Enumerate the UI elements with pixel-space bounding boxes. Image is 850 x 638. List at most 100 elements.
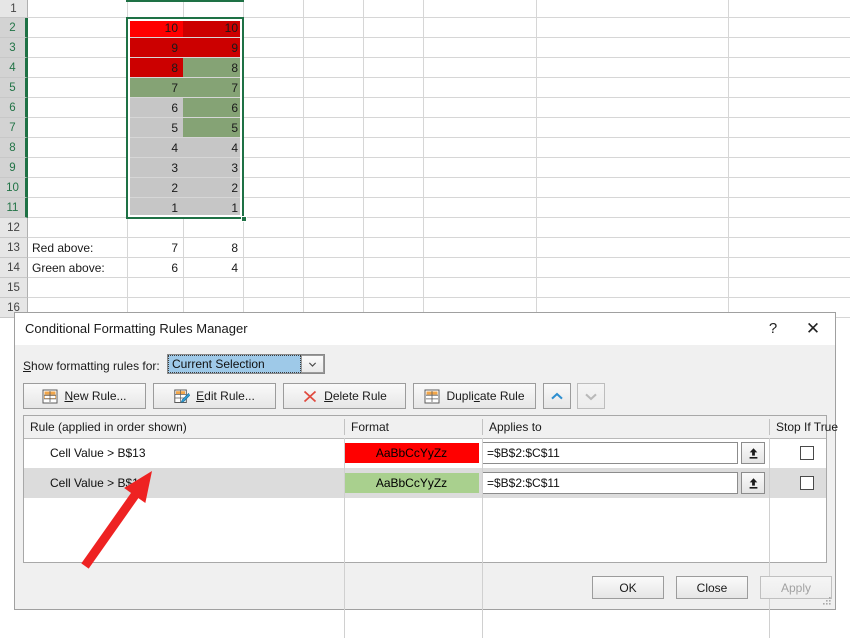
column-header-applies-to: Applies to [489,419,542,434]
resize-gripper-icon[interactable] [822,596,832,606]
selection-column-marker [126,0,244,2]
cell-A13[interactable]: Red above: [28,238,127,257]
cell-B14[interactable]: 6 [127,258,183,277]
rules-toolbar: New Rule... Edit Rule... Delete Rule Dup… [23,383,827,411]
cell-C2[interactable]: 10 [183,18,243,37]
cell-C5[interactable]: 7 [183,78,243,97]
range-selector-icon[interactable] [741,442,765,464]
rule-row[interactable]: Cell Value > B$14 AaBbCcYyZz =$B$2:$C$11 [24,468,826,498]
help-icon[interactable]: ? [756,313,790,344]
chevron-down-icon[interactable] [301,355,324,373]
cell-C10[interactable]: 2 [183,178,243,197]
row-header-2[interactable]: 2 [0,18,28,38]
list-column-separator [769,438,770,638]
grid-line-vertical [536,0,537,318]
format-preview-swatch[interactable]: AaBbCcYyZz [344,443,479,463]
duplicate-rule-button[interactable]: Duplicate Rule [413,383,536,409]
list-column-separator [344,438,345,638]
row-header-11[interactable]: 11 [0,198,28,218]
edit-rule-button[interactable]: Edit Rule... [153,383,276,409]
rule-condition-text: Cell Value > B$13 [50,446,146,460]
cell-B9[interactable]: 3 [127,158,183,177]
row-header-6[interactable]: 6 [0,98,28,118]
grid-line-horizontal [28,277,850,278]
cell-B2[interactable]: 10 [127,18,183,37]
grid-line-vertical [728,0,729,318]
stop-if-true-checkbox[interactable] [800,446,814,460]
grid-line-horizontal [28,217,850,218]
applies-to-field-group: =$B$2:$C$11 [482,472,765,494]
show-rules-rest: how formatting rules for: [31,359,160,373]
show-rules-accel: S [23,359,32,373]
ok-button[interactable]: OK [592,576,664,599]
cell-C4[interactable]: 8 [183,58,243,77]
close-icon[interactable]: ✕ [796,313,830,344]
move-rule-down-button[interactable] [577,383,605,409]
cell-B3[interactable]: 9 [127,38,183,57]
cell-B5[interactable]: 7 [127,78,183,97]
format-preview-swatch[interactable]: AaBbCcYyZz [344,473,479,493]
row-header-1[interactable]: 1 [0,0,28,18]
row-header-15[interactable]: 15 [0,278,28,298]
scope-combobox[interactable]: Current Selection [167,354,325,374]
close-button[interactable]: Close [676,576,748,599]
cell-C14[interactable]: 4 [183,258,243,277]
rule-row[interactable]: Cell Value > B$13 AaBbCcYyZz =$B$2:$C$11 [24,438,826,468]
cell-C3[interactable]: 9 [183,38,243,57]
edit-rule-label: Edit Rule... [196,389,255,403]
edit-rule-icon [174,389,191,403]
cell-C11[interactable]: 1 [183,198,243,217]
cell-B4[interactable]: 8 [127,58,183,77]
list-column-separator [482,438,483,638]
cell-B13[interactable]: 7 [127,238,183,257]
cell-A14[interactable]: Green above: [28,258,127,277]
chevron-down-glyph [308,361,317,367]
new-rule-icon [42,389,58,403]
cell-B11[interactable]: 1 [127,198,183,217]
new-rule-button[interactable]: New Rule... [23,383,146,409]
cell-C13[interactable]: 8 [183,238,243,257]
dialog-body: Show formatting rules for: Current Selec… [15,345,838,638]
cell-B6[interactable]: 6 [127,98,183,117]
applies-to-input[interactable]: =$B$2:$C$11 [482,472,738,494]
chevron-down-icon [585,393,597,400]
range-selector-icon[interactable] [741,472,765,494]
row-header-5[interactable]: 5 [0,78,28,98]
conditional-formatting-rules-manager-dialog: Conditional Formatting Rules Manager ? ✕… [14,312,838,638]
row-header-3[interactable]: 3 [0,38,28,58]
move-rule-up-button[interactable] [543,383,571,409]
fill-handle[interactable] [241,216,247,222]
row-header-7[interactable]: 7 [0,118,28,138]
delete-rule-label: Delete Rule [324,389,387,403]
cell-C6[interactable]: 6 [183,98,243,117]
applies-to-input[interactable]: =$B$2:$C$11 [482,442,738,464]
new-rule-label: New Rule... [64,389,127,403]
scope-combobox-value: Current Selection [168,355,301,373]
column-header-rule: Rule (applied in order shown) [30,419,187,434]
duplicate-rule-label: Duplicate Rule [446,389,525,403]
row-header-8[interactable]: 8 [0,138,28,158]
row-header-13[interactable]: 13 [0,238,28,258]
collapse-dialog-arrow-glyph [749,447,757,459]
row-header-4[interactable]: 4 [0,58,28,78]
cell-B8[interactable]: 4 [127,138,183,157]
grid-line-vertical [423,0,424,318]
grid-line-vertical [303,0,304,318]
delete-rule-button[interactable]: Delete Rule [283,383,406,409]
duplicate-rule-icon [424,389,440,403]
row-header-10[interactable]: 10 [0,178,28,198]
cell-C9[interactable]: 3 [183,158,243,177]
stop-if-true-checkbox[interactable] [800,476,814,490]
show-rules-for-label: Show formatting rules for: [23,359,160,373]
column-header-format: Format [351,419,390,434]
row-header-14[interactable]: 14 [0,258,28,278]
rules-list-header: Rule (applied in order shown) Format App… [24,416,838,439]
row-header-12[interactable]: 12 [0,218,28,238]
delete-x-icon [304,390,317,402]
grid-line-vertical [363,0,364,318]
cell-C7[interactable]: 5 [183,118,243,137]
cell-B10[interactable]: 2 [127,178,183,197]
row-header-9[interactable]: 9 [0,158,28,178]
cell-B7[interactable]: 5 [127,118,183,137]
cell-C8[interactable]: 4 [183,138,243,157]
